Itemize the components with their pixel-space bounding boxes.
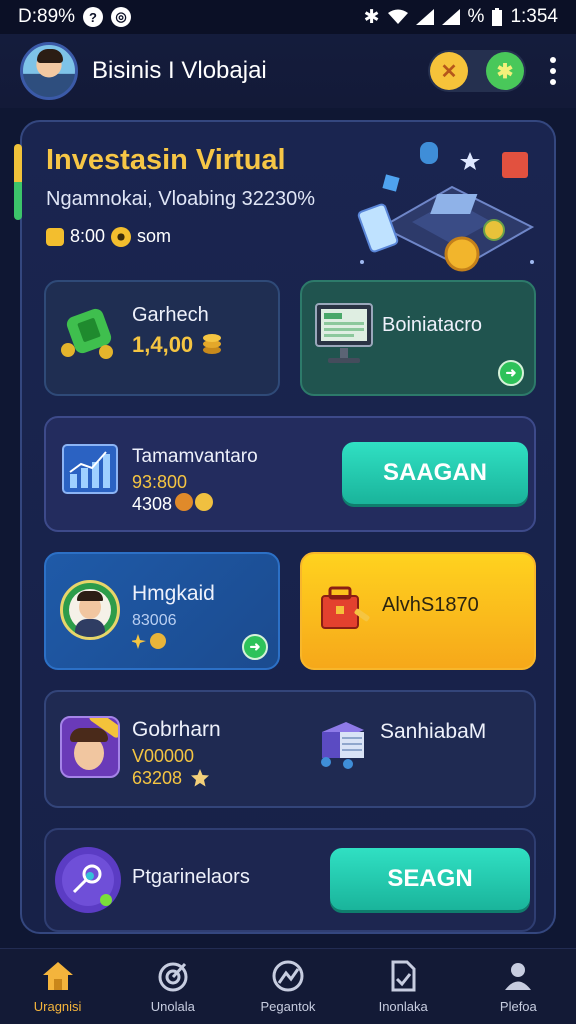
nav-label-chart: Pegantok [260, 999, 316, 1014]
status-bar: D:89% ? ◎ ✱ % 1:354 [0, 0, 576, 34]
nav-item-chart[interactable]: Pegantok [238, 959, 338, 1014]
status-time-right: 1:354 [510, 6, 558, 27]
computer-monitor-icon [315, 303, 373, 363]
worker-avatar-icon [60, 716, 120, 778]
toolbox-icon [321, 586, 370, 629]
bar-chart-icon [62, 444, 118, 494]
home-icon [42, 962, 73, 990]
hero-balance-unit: som [137, 226, 172, 246]
battery-icon [492, 8, 503, 26]
coins-icon [175, 493, 213, 511]
profile-icon [505, 963, 532, 990]
wifi-icon [387, 9, 408, 24]
sync-icon: ◎ [111, 7, 132, 27]
star-icon [191, 769, 209, 787]
card-boiniatacro[interactable]: Boiniatacro ➜ [300, 280, 536, 396]
card-hmgkaid[interactable]: Hmgkaid 83006 ➜ [44, 552, 280, 670]
status-time-left: D:89% [18, 6, 76, 27]
main-panel: Investasin Virtual Ngamnokai, Vloabing 3… [14, 120, 556, 934]
nav-label-target: Unolala [150, 999, 195, 1014]
hero-balance-value: 8:00 [70, 226, 106, 246]
card-ptgarinelaors[interactable]: Ptgarinelaors SEAGN [44, 828, 536, 932]
card-sanhiabam-label: SanhiabaM [380, 720, 487, 743]
saagan-button[interactable]: SAAGAN [342, 442, 528, 504]
signal-icon-2 [441, 9, 460, 25]
nav-label-home: Uragnisi [33, 999, 82, 1014]
more-dot-icon [550, 79, 556, 85]
bottom-nav: Uragnisi Unolala Pegantok Inonlaka Plefo… [0, 948, 576, 1024]
seagn-button[interactable]: SEAGN [330, 848, 530, 910]
nav-item-document[interactable]: Inonlaka [353, 959, 453, 1014]
more-dot-icon [550, 57, 556, 63]
go-arrow-icon[interactable]: ➜ [242, 634, 268, 660]
close-icon[interactable]: ✕ [430, 52, 468, 90]
coin-sparkle-icon [132, 633, 166, 649]
isometric-devices-illustration [357, 142, 535, 272]
hero-subtitle: Ngamnokai, Vloabing 32230% [46, 188, 316, 210]
notification-icon: ? [83, 7, 104, 27]
card-hmgkaid-label: Hmgkaid [132, 582, 215, 605]
nav-label-profile: Plefoa [499, 999, 537, 1014]
bluetooth-icon: ✱ [363, 6, 380, 28]
target-icon [158, 962, 188, 992]
nav-label-document: Inonlaka [378, 999, 428, 1014]
card-hmgkaid-value: 83006 [132, 612, 177, 629]
hero-accent-bar [14, 144, 22, 220]
nav-item-profile[interactable]: Plefoa [468, 959, 568, 1014]
server-stack-icon [321, 722, 364, 769]
hero-title: Investasin Virtual [46, 144, 286, 176]
coin-icon [46, 227, 64, 246]
app-title: Bisinis I Vlobajai [92, 57, 267, 84]
star-icon[interactable]: ✱ [486, 52, 524, 90]
card-ptgarinelaors-label: Ptgarinelaors [132, 866, 250, 888]
mode-toggle[interactable]: ✕ ✱ [428, 50, 526, 92]
card-tamamvantaro[interactable]: Tamamvantaro 93:800 4308 SAAGAN [44, 416, 536, 532]
signal-icon [415, 9, 434, 25]
card-tamamvantaro-value-2: 4308 [132, 494, 173, 514]
target-orbit-icon [55, 847, 121, 913]
hero-balance: 8:00 som [46, 226, 171, 247]
document-icon [391, 960, 416, 992]
card-alvhs-label: AlvhS1870 [382, 594, 479, 616]
card-boiniatacro-label: Boiniatacro [382, 314, 483, 336]
card-garhech[interactable]: Garhech 1,4,00 [44, 280, 280, 396]
app-header: Bisinis I Vlobajai ✕ ✱ [0, 34, 576, 108]
go-arrow-icon[interactable]: ➜ [498, 360, 524, 386]
card-gobrharn-value-2: 63208 [132, 768, 183, 788]
card-garhech-label: Garhech [132, 304, 209, 326]
card-gobrharn[interactable]: Gobrharn V00000 63208 SanhiabaM [44, 690, 536, 808]
nav-item-home[interactable]: Uragnisi [8, 959, 108, 1014]
chart-icon [272, 960, 304, 992]
profile-avatar-icon [60, 580, 120, 640]
card-alvhs[interactable]: AlvhS1870 [300, 552, 536, 670]
card-gobrharn-label: Gobrharn [132, 718, 221, 741]
more-menu-button[interactable] [550, 57, 556, 85]
nav-item-target[interactable]: Unolala [123, 959, 223, 1014]
money-bag-icon [61, 308, 113, 359]
user-avatar[interactable] [20, 42, 78, 100]
gear-coin-icon [111, 226, 132, 247]
coin-stack-icon [203, 334, 221, 354]
battery-percent: % [467, 6, 485, 27]
card-garhech-value: 1,4,00 [132, 332, 194, 357]
card-tamamvantaro-label: Tamamvantaro [132, 446, 258, 467]
card-gobrharn-value-1: V00000 [132, 746, 195, 766]
more-dot-icon [550, 68, 556, 74]
